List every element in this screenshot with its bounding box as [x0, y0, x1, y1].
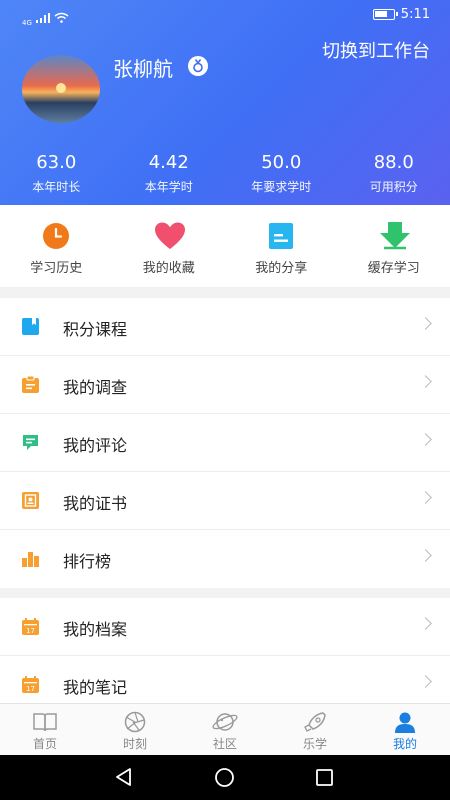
quick-action-history[interactable]: 学习历史 [0, 205, 113, 287]
menu-group-main: 积分课程 我的调查 我的评论 我的证书 排行榜 [0, 298, 450, 588]
battery-icon [372, 9, 398, 20]
menu-item-label: 我的证书 [63, 494, 128, 513]
home-icon[interactable] [214, 767, 235, 792]
bottom-tab-bar: 首页 时刻 社区 乐学 我的 [0, 703, 450, 755]
aperture-icon [90, 711, 180, 733]
stat-label: 本年时长 [32, 180, 81, 194]
profile-header: 4G 5:11 张柳航 切换到工作台 63.0 本年时长 4.42 本年学时 5… [0, 0, 450, 205]
tab-learn[interactable]: 乐学 [270, 704, 360, 755]
chevron-right-icon [419, 317, 432, 330]
rocket-icon [270, 711, 360, 733]
menu-item-label: 积分课程 [63, 320, 128, 339]
tab-label: 时刻 [122, 737, 147, 751]
chevron-right-icon [419, 675, 432, 688]
user-name: 张柳航 [113, 57, 173, 81]
stat-value: 63.0 [36, 152, 77, 173]
recents-icon[interactable] [315, 768, 334, 791]
quick-action-favorites[interactable]: 我的收藏 [113, 205, 226, 287]
menu-item-label: 我的档案 [63, 620, 128, 639]
menu-item-comments[interactable]: 我的评论 [0, 414, 450, 472]
chevron-right-icon [419, 433, 432, 446]
download-icon [379, 221, 410, 251]
calendar-icon: 17 [22, 618, 39, 635]
clock-icon [41, 221, 71, 251]
bookmark-icon [22, 318, 39, 335]
quick-action-label: 学习历史 [30, 261, 83, 276]
menu-item-label: 排行榜 [63, 552, 112, 571]
menu-item-label: 我的调查 [63, 378, 128, 397]
menu-item-archive[interactable]: 17 我的档案 [0, 598, 450, 656]
system-navigation-bar [0, 755, 450, 800]
menu-item-label: 我的评论 [63, 436, 128, 455]
tab-moments[interactable]: 时刻 [90, 704, 180, 755]
person-icon [360, 711, 450, 733]
tab-label: 乐学 [302, 737, 327, 751]
back-icon[interactable] [114, 767, 134, 791]
svg-text:17: 17 [26, 627, 35, 635]
carrier-label: 4G [22, 19, 32, 27]
menu-item-ranking[interactable]: 排行榜 [0, 530, 450, 588]
medal-icon [188, 56, 208, 76]
calendar-icon: 17 [22, 676, 39, 693]
stat-required-hours[interactable]: 50.0 年要求学时 [225, 150, 338, 195]
certificate-icon [22, 492, 39, 509]
menu-item-label: 我的笔记 [63, 678, 128, 697]
status-bar: 4G 5:11 [0, 0, 450, 30]
menu-group-records: 17 我的档案 17 我的笔记 [0, 598, 450, 714]
switch-workspace-button[interactable]: 切换到工作台 [322, 37, 430, 63]
planet-icon [180, 711, 270, 733]
tab-community[interactable]: 社区 [180, 704, 270, 755]
chevron-right-icon [419, 491, 432, 504]
share-doc-icon [266, 221, 296, 251]
stat-value: 4.42 [148, 152, 189, 173]
tab-label: 首页 [32, 737, 57, 751]
quick-action-label: 我的收藏 [142, 261, 195, 276]
wifi-icon [54, 8, 69, 27]
stat-label: 本年学时 [144, 180, 193, 194]
chevron-right-icon [419, 549, 432, 562]
quick-action-label: 缓存学习 [367, 261, 420, 276]
menu-item-certificates[interactable]: 我的证书 [0, 472, 450, 530]
chevron-right-icon [419, 375, 432, 388]
tab-label: 我的 [392, 737, 417, 751]
quick-action-cache[interactable]: 缓存学习 [338, 205, 450, 287]
signal-icon [35, 8, 50, 27]
stat-label: 可用积分 [369, 180, 418, 194]
ranking-icon [22, 550, 39, 567]
menu-item-surveys[interactable]: 我的调查 [0, 356, 450, 414]
clipboard-icon [22, 375, 39, 393]
tab-label: 社区 [212, 737, 237, 751]
quick-actions: 学习历史 我的收藏 我的分享 缓存学习 [0, 205, 450, 287]
menu-item-points-courses[interactable]: 积分课程 [0, 298, 450, 356]
tab-mine[interactable]: 我的 [360, 704, 450, 755]
stat-label: 年要求学时 [251, 180, 312, 194]
clock-time: 5:11 [400, 7, 430, 22]
stats-row: 63.0 本年时长 4.42 本年学时 50.0 年要求学时 88.0 可用积分 [0, 150, 450, 195]
book-icon [0, 711, 90, 733]
stat-value: 88.0 [373, 152, 414, 173]
stat-annual-duration[interactable]: 63.0 本年时长 [0, 150, 113, 195]
quick-action-share[interactable]: 我的分享 [225, 205, 338, 287]
stat-value: 50.0 [261, 152, 302, 173]
stat-points[interactable]: 88.0 可用积分 [338, 150, 450, 195]
chevron-right-icon [419, 617, 432, 630]
tab-home[interactable]: 首页 [0, 704, 90, 755]
svg-text:17: 17 [26, 685, 35, 693]
heart-icon [154, 221, 185, 251]
avatar[interactable] [22, 55, 100, 123]
stat-annual-hours[interactable]: 4.42 本年学时 [113, 150, 226, 195]
quick-action-label: 我的分享 [255, 261, 308, 276]
comment-icon [22, 434, 39, 451]
